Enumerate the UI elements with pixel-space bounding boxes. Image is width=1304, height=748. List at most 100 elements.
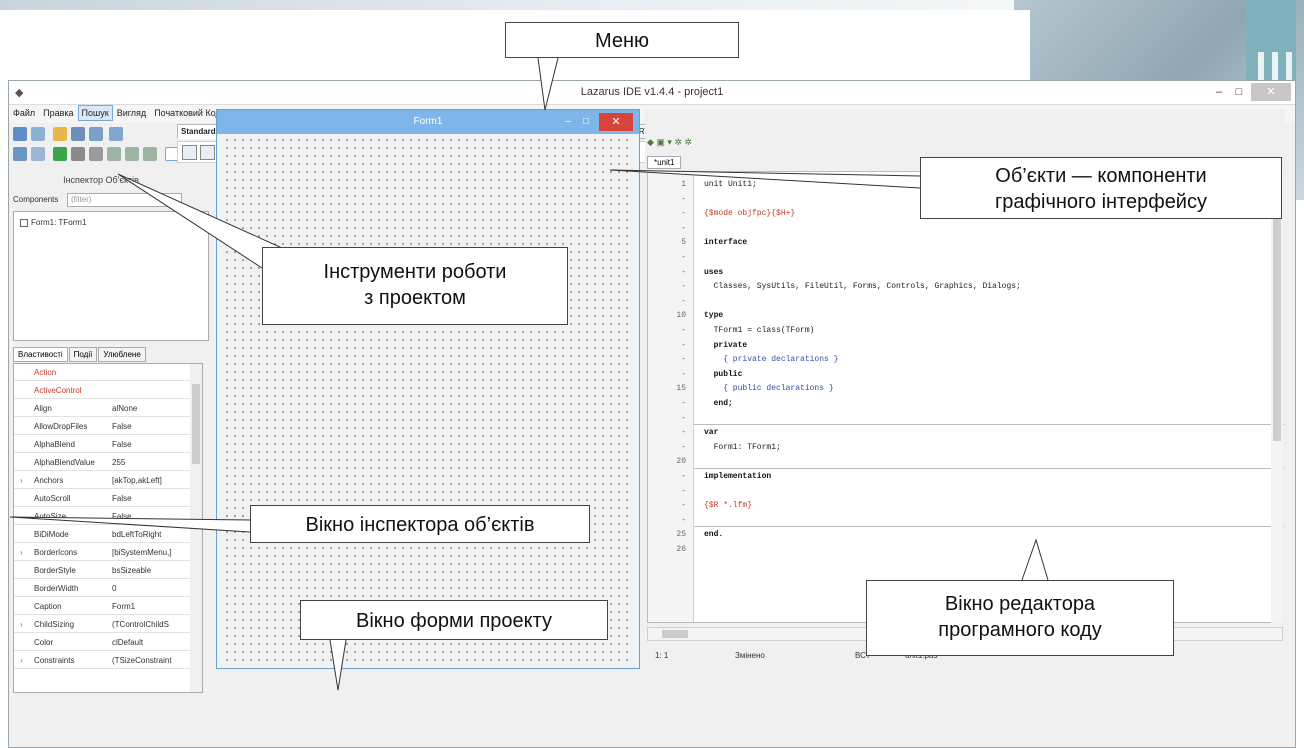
editor-toolbar[interactable]: ◆ ▣ ▾ ✲ ✲ <box>647 137 692 153</box>
property-row[interactable]: › BorderIcons [biSystemMenu,] <box>14 546 190 561</box>
step-into-icon[interactable] <box>107 147 121 161</box>
property-row[interactable]: AutoSize False <box>14 510 190 525</box>
property-value[interactable]: clDefault <box>112 638 190 647</box>
property-value[interactable]: False <box>112 440 190 449</box>
property-value[interactable]: alNone <box>112 404 190 413</box>
inspector-tab[interactable]: Властивості <box>13 347 68 362</box>
property-name: BorderStyle <box>34 566 76 575</box>
property-row[interactable]: BorderStyle bsSizeable <box>14 564 190 579</box>
menu-callout-text: Меню <box>594 30 650 52</box>
property-row[interactable]: ActiveControl <box>14 384 190 399</box>
property-grid-scrollbar[interactable] <box>190 364 202 692</box>
editor-callout-line2: програмного коду <box>938 619 1102 641</box>
property-value[interactable]: False <box>112 494 190 503</box>
property-value[interactable]: 0 <box>112 584 190 593</box>
property-value[interactable]: (TControlChildS <box>112 620 190 629</box>
step-out-icon[interactable] <box>143 147 157 161</box>
component-icon[interactable] <box>182 145 197 160</box>
property-name: Action <box>34 368 57 377</box>
property-row[interactable]: Color clDefault <box>14 636 190 651</box>
property-row[interactable]: BorderWidth 0 <box>14 582 190 597</box>
view-forms-icon[interactable] <box>31 147 45 161</box>
code-block-separator <box>694 468 1284 469</box>
property-value[interactable]: False <box>112 422 190 431</box>
run-icon[interactable] <box>53 147 67 161</box>
line-number: - <box>681 326 686 335</box>
menu-item[interactable]: Початковий Код <box>150 105 225 121</box>
window-title: Lazarus IDE v1.4.4 - project1 <box>580 86 724 98</box>
menu-item[interactable]: Пошук <box>77 105 113 121</box>
property-name: BorderIcons <box>34 548 78 557</box>
tools-callout-line2: з проектом <box>364 287 466 309</box>
close-button[interactable]: ✕ <box>1251 83 1291 101</box>
save-all-icon[interactable] <box>89 127 103 141</box>
component-icon[interactable] <box>200 145 215 160</box>
property-row[interactable]: Caption Form1 <box>14 600 190 615</box>
tree-item-form1[interactable]: Form1: TForm1 <box>20 218 86 227</box>
property-row[interactable]: AlphaBlendValue 255 <box>14 456 190 471</box>
line-text: uses <box>704 267 724 277</box>
code-line: 15 { public declarations } <box>648 382 1268 396</box>
property-row[interactable]: Action <box>14 366 190 381</box>
editor-tab-unit1[interactable]: *unit1 <box>647 156 682 169</box>
expand-icon[interactable]: › <box>20 548 23 557</box>
property-row[interactable]: AllowDropFiles False <box>14 420 190 435</box>
property-value[interactable]: bsSizeable <box>112 566 190 575</box>
form-callout-text: Вікно форми проекту <box>356 610 552 632</box>
property-row[interactable]: › ChildSizing (TControlChildS <box>14 618 190 633</box>
inspector-tab[interactable]: Улюблене <box>98 347 146 362</box>
scrollbar-thumb[interactable] <box>662 630 688 638</box>
new-form-icon[interactable] <box>31 127 45 141</box>
property-row[interactable]: › Anchors [akTop,akLeft] <box>14 474 190 489</box>
code-line: - { private declarations } <box>648 353 1268 367</box>
menu-item[interactable]: Правка <box>39 105 77 121</box>
pause-icon[interactable] <box>71 147 85 161</box>
line-number: 15 <box>676 384 686 394</box>
step-over-icon[interactable] <box>125 147 139 161</box>
expand-icon[interactable]: › <box>20 656 23 665</box>
property-row[interactable]: AlphaBlend False <box>14 438 190 453</box>
inspector-callout-text: Вікно інспектора об’єктів <box>305 514 535 536</box>
editor-vertical-scrollbar[interactable] <box>1271 171 1283 623</box>
line-text: Form1: TForm1; <box>704 442 781 452</box>
minimize-button[interactable]: – <box>1209 83 1229 101</box>
stop-icon[interactable] <box>89 147 103 161</box>
save-icon[interactable] <box>71 127 85 141</box>
line-text: end; <box>704 399 733 408</box>
form-close-button[interactable]: ✕ <box>599 113 633 131</box>
new-unit-icon[interactable] <box>13 127 27 141</box>
component-filter-input[interactable]: (filter) <box>67 193 182 207</box>
property-value[interactable]: (TSizeConstraint <box>112 656 190 665</box>
form-minimize-button[interactable]: – <box>559 113 577 131</box>
code-line: 25 end. <box>648 528 1268 542</box>
property-row[interactable]: › Constraints (TSizeConstraint <box>14 654 190 669</box>
code-area[interactable]: 1 unit Unit1; - - {$mode objfpc}{$H+} - 5 inter… <box>647 171 1284 623</box>
form-designer-window: Form1 – □ ✕ <box>216 109 640 669</box>
scrollbar-thumb[interactable] <box>1273 201 1281 441</box>
inspector-tab[interactable]: Події <box>68 347 98 362</box>
form-design-surface[interactable] <box>223 136 633 664</box>
property-row[interactable]: AutoScroll False <box>14 492 190 507</box>
form-maximize-button[interactable]: □ <box>577 113 595 131</box>
scrollbar-thumb[interactable] <box>192 384 200 464</box>
property-value[interactable]: 255 <box>112 458 190 467</box>
expand-icon[interactable]: › <box>20 620 23 629</box>
property-value[interactable]: bdLeftToRight <box>112 530 190 539</box>
line-number: 5 <box>681 238 686 248</box>
menu-item[interactable]: Файл <box>9 105 39 121</box>
property-name: ActiveControl <box>34 386 82 395</box>
property-value[interactable]: Form1 <box>112 602 190 611</box>
property-value[interactable]: [biSystemMenu,] <box>112 548 190 557</box>
open-icon[interactable] <box>53 127 67 141</box>
tab-component-page[interactable]: Standard <box>177 124 220 139</box>
view-units-icon[interactable] <box>13 147 27 161</box>
expand-icon[interactable]: › <box>20 476 23 485</box>
property-value[interactable]: False <box>112 512 190 521</box>
line-text: var <box>704 428 719 438</box>
property-value[interactable]: [akTop,akLeft] <box>112 476 190 485</box>
property-row[interactable]: BiDiMode bdLeftToRight <box>14 528 190 543</box>
menu-item[interactable]: Вигляд <box>113 105 151 121</box>
toggle-form-unit-icon[interactable] <box>109 127 123 141</box>
maximize-button[interactable]: □ <box>1229 83 1249 101</box>
property-row[interactable]: Align alNone <box>14 402 190 417</box>
